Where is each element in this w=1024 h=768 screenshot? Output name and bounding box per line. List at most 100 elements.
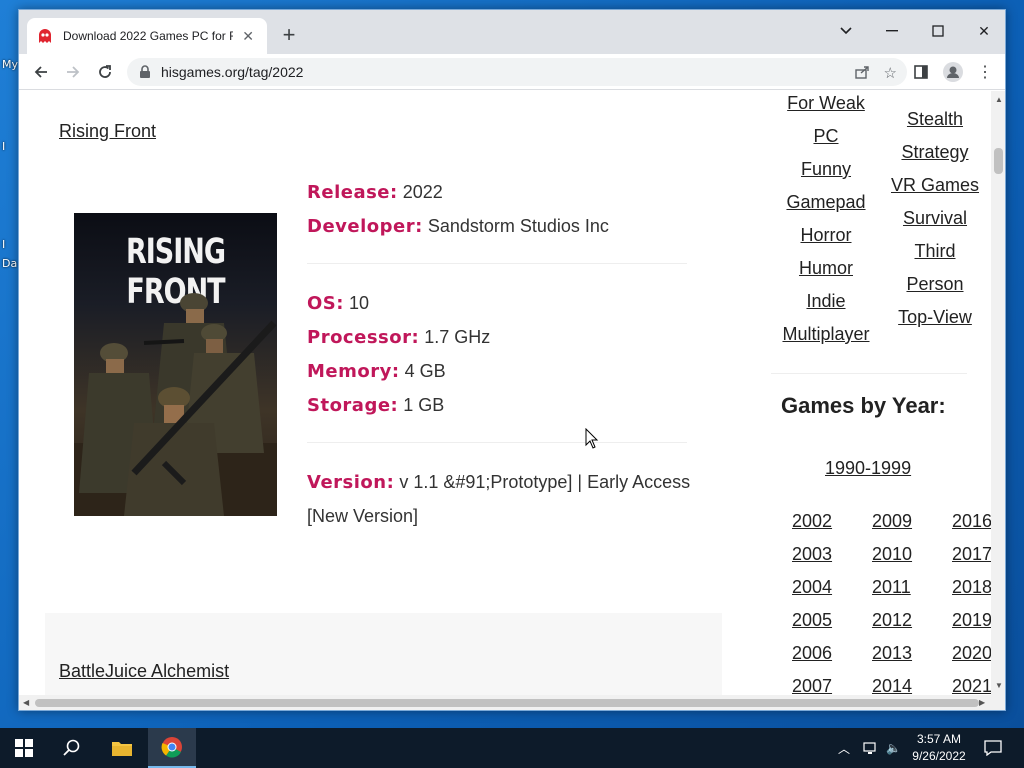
category-link[interactable]: Horror <box>781 225 871 246</box>
horizontal-scrollbar[interactable]: ◀ ▶ <box>19 695 1005 710</box>
sidebar-divider <box>771 373 967 374</box>
year-link[interactable]: 2003 <box>792 544 832 565</box>
tab-strip: Download 2022 Games PC for Fr ✕ + ✕ <box>19 10 1005 54</box>
game-specs: Release: 2022 Developer: Sandstorm Studi… <box>307 175 697 533</box>
developer-value: Sandstorm Studios Inc <box>427 216 609 236</box>
share-icon[interactable] <box>854 64 870 84</box>
forward-arrow-icon[interactable] <box>59 58 87 86</box>
horizontal-scroll-thumb[interactable] <box>35 699 979 707</box>
address-bar[interactable]: hisgames.org/tag/2022 ☆ <box>127 58 907 86</box>
os-value: 10 <box>348 293 370 313</box>
release-label: Release: <box>307 182 398 203</box>
vertical-scrollbar[interactable]: ▲ ▼ <box>991 91 1005 695</box>
category-link[interactable]: Indie <box>781 291 871 312</box>
tab-close-icon[interactable]: ✕ <box>239 27 257 45</box>
year-link[interactable]: 2011 <box>872 577 911 598</box>
category-link[interactable]: Funny <box>781 159 871 180</box>
maximize-icon[interactable] <box>915 16 961 46</box>
year-link[interactable]: 2019 <box>952 610 991 631</box>
show-hidden-icons-chevron-icon[interactable]: ︿ <box>838 728 850 768</box>
desktop-label-1[interactable]: My <box>2 58 18 71</box>
year-link[interactable]: 2004 <box>792 577 832 598</box>
windows-start-icon[interactable] <box>0 728 48 768</box>
scroll-up-arrow-icon[interactable]: ▲ <box>995 95 1003 104</box>
tab-title: Download 2022 Games PC for Fr <box>63 29 234 43</box>
file-explorer-icon[interactable] <box>98 728 146 768</box>
menu-kebab-icon[interactable]: ⋮ <box>971 58 999 86</box>
category-link[interactable]: For Weak <box>781 93 871 114</box>
lock-icon[interactable] <box>139 65 153 79</box>
category-link[interactable]: VR Games <box>885 175 985 196</box>
year-link[interactable]: 2006 <box>792 643 832 664</box>
version-value: v 1.1 &#91;Prototype] | Early Access <box>399 472 691 492</box>
close-window-icon[interactable]: ✕ <box>961 16 1005 46</box>
taskbar: ︿ 🔈 3:57 AM 9/26/2022 <box>0 728 1024 768</box>
games-by-year-heading: Games by Year: <box>781 393 946 418</box>
version-label: Version: <box>307 472 395 493</box>
category-link[interactable]: Person <box>885 274 985 295</box>
chrome-icon[interactable] <box>148 728 196 768</box>
tab-search-chevron-icon[interactable] <box>823 16 869 46</box>
reload-icon[interactable] <box>91 58 119 86</box>
volume-icon[interactable]: 🔈 <box>886 728 901 768</box>
memory-value: 4 GB <box>404 361 446 381</box>
vertical-scroll-thumb[interactable] <box>994 148 1003 174</box>
next-game-link[interactable]: BattleJuice Alchemist <box>59 661 229 682</box>
next-game-card <box>45 613 722 695</box>
year-link[interactable]: 2012 <box>872 610 912 631</box>
mouse-cursor-icon <box>585 427 599 455</box>
clock-time: 3:57 AM <box>916 732 962 746</box>
spec-divider <box>307 263 687 264</box>
year-range-link[interactable]: 1990-1999 <box>825 458 911 479</box>
year-link[interactable]: 2002 <box>792 511 832 532</box>
category-link[interactable]: Survival <box>885 208 985 229</box>
year-link[interactable]: 2018 <box>952 577 991 598</box>
game-title-link[interactable]: Rising Front <box>59 121 156 142</box>
processor-value: 1.7 GHz <box>424 327 491 347</box>
category-link[interactable]: Multiplayer <box>771 324 881 345</box>
clock-date: 9/26/2022 <box>912 749 966 763</box>
minimize-icon[interactable] <box>869 16 915 46</box>
desktop-icon-fragment[interactable]: I <box>2 140 5 153</box>
year-link[interactable]: 2014 <box>872 676 912 695</box>
bookmark-star-icon[interactable]: ☆ <box>884 64 897 84</box>
browser-toolbar: hisgames.org/tag/2022 ☆ ⋮ <box>19 54 1005 90</box>
year-link[interactable]: 2010 <box>872 544 912 565</box>
category-link[interactable]: Stealth <box>885 109 985 130</box>
category-link[interactable]: PC <box>781 126 871 147</box>
url-text[interactable]: hisgames.org/tag/2022 <box>161 64 303 80</box>
category-link[interactable]: Gamepad <box>781 192 871 213</box>
category-link[interactable]: Top-View <box>885 307 985 328</box>
year-link[interactable]: 2009 <box>872 511 912 532</box>
game-cover-image[interactable]: RISING FRONT <box>74 213 277 516</box>
back-arrow-icon[interactable] <box>27 58 55 86</box>
desktop-icon-fragment-2[interactable]: I <box>2 238 5 251</box>
network-icon[interactable] <box>863 728 879 768</box>
scroll-down-arrow-icon[interactable]: ▼ <box>995 681 1003 690</box>
year-link[interactable]: 2021 <box>952 676 991 695</box>
category-link[interactable]: Third <box>885 241 985 262</box>
browser-tab[interactable]: Download 2022 Games PC for Fr ✕ <box>27 18 267 54</box>
category-link[interactable]: Strategy <box>885 142 985 163</box>
release-value: 2022 <box>402 182 443 202</box>
storage-label: Storage: <box>307 395 399 416</box>
developer-label: Developer: <box>307 216 423 237</box>
new-tab-plus-icon[interactable]: + <box>277 24 301 48</box>
storage-value: 1 GB <box>403 395 445 415</box>
notification-center-icon[interactable] <box>984 728 1002 768</box>
year-link[interactable]: 2020 <box>952 643 991 664</box>
search-icon[interactable] <box>48 728 96 768</box>
category-link[interactable]: Humor <box>781 258 871 279</box>
desktop-label-2[interactable]: Da <box>2 257 17 270</box>
profile-avatar-icon[interactable] <box>939 58 967 86</box>
clock[interactable]: 3:57 AM 9/26/2022 <box>906 731 972 765</box>
page-content: Rising Front RISING FRONT Release: 2022 … <box>19 91 991 695</box>
scroll-right-arrow-icon[interactable]: ▶ <box>979 698 985 707</box>
year-link[interactable]: 2007 <box>792 676 832 695</box>
scroll-left-arrow-icon[interactable]: ◀ <box>23 698 29 707</box>
year-link[interactable]: 2005 <box>792 610 832 631</box>
side-panel-icon[interactable] <box>907 58 935 86</box>
year-link[interactable]: 2013 <box>872 643 912 664</box>
year-link[interactable]: 2017 <box>952 544 991 565</box>
year-link[interactable]: 2016 <box>952 511 991 532</box>
